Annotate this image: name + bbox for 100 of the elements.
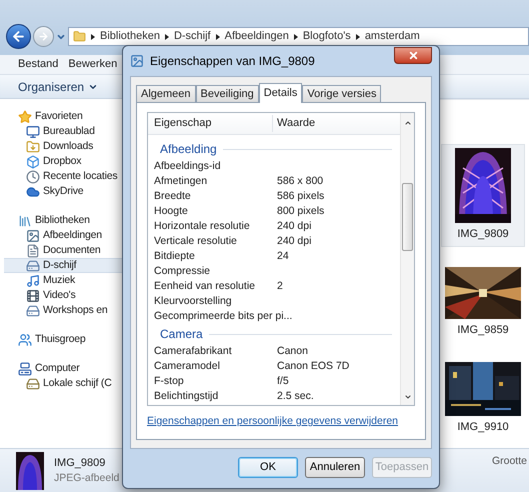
remove-properties-link[interactable]: Eigenschappen en persoonlijke gegevens verwijderen [147,414,415,430]
tab[interactable]: Beveiliging [196,85,259,102]
menu-item[interactable]: Bewerken [68,56,118,73]
property-value: 586 pixels [276,188,324,204]
property-name: Belichtingstijd [154,390,218,402]
tab[interactable]: Algemeen [136,85,196,102]
sidebar-item[interactable]: SkyDrive [4,184,125,199]
file-tile[interactable]: IMG_9809 [441,144,525,246]
property-name: F-stop [154,374,184,387]
star-icon [18,110,32,124]
close-button[interactable] [394,46,432,64]
breadcrumb-item[interactable]: Bibliotheken [100,28,160,45]
sidebar-item[interactable]: Dropbox [4,154,125,169]
file-tile[interactable]: IMG_9910 [441,358,525,440]
property-value: Canon EOS 7D [276,358,350,374]
property-name: Kleurvoorstelling [154,294,232,307]
box-icon [26,154,40,168]
monitor-icon [26,124,40,138]
details-file-name: IMG_9809 [54,456,106,470]
details-size-label: Grootte [492,454,528,469]
computer-icon [18,362,32,376]
drive-icon [26,304,40,318]
sidebar-item[interactable]: Bureaublad [4,124,125,139]
column-header[interactable]: Eigenschap [148,115,273,132]
file-tile[interactable]: IMG_9859 [441,262,525,342]
dialog-button[interactable]: Annuleren [305,456,365,478]
sidebar-item[interactable]: Workshops en [4,303,125,318]
property-name: Breedte [154,190,191,202]
property-value: 240 dpi [276,234,312,249]
column-header[interactable]: Waarde [273,115,316,132]
folder-icon [26,140,40,154]
scroll-thumb[interactable] [402,183,413,251]
image-icon [130,54,144,68]
property-name: Cameramodel [154,360,220,372]
details-file-type: JPEG-afbeeld [54,470,120,486]
dialog-title: Eigenschappen van IMG_9809 [150,53,316,70]
property-value: 24 [276,248,289,264]
document-icon [26,244,40,258]
people-icon [18,332,32,346]
property-value: f/5 [276,374,289,389]
sidebar-item[interactable]: Muziek [4,273,125,288]
property-name: Bitdiepte [154,250,195,262]
section-heading: Afbeelding [160,141,217,158]
breadcrumb-item[interactable]: Blogfoto's [302,28,351,45]
back-button[interactable] [6,24,31,49]
thumbnail-icon [16,452,44,490]
sidebar-group[interactable]: Favorieten [35,108,83,124]
right-arrow-icon [38,31,49,42]
image-icon [26,228,40,242]
sidebar-item[interactable]: D-schijf [4,258,125,273]
property-name: Compressie [154,264,210,277]
sidebar-item[interactable]: Afbeeldingen [4,228,125,243]
property-name: Afbeeldings-id [154,160,221,172]
file-name: IMG_9809 [457,227,509,242]
tab[interactable]: Details [258,83,302,103]
chevron-icon [294,34,298,40]
menu-item[interactable]: Bestand [18,56,58,73]
breadcrumb-item[interactable]: amsterdam [364,28,420,45]
chevron-icon [356,34,360,40]
property-value: 586 x 800 [276,174,324,189]
organize-button[interactable]: Organiseren [18,78,98,96]
chevron-icon [91,34,95,40]
sidebar-item[interactable]: Video's [4,288,125,303]
sidebar-item[interactable]: Downloads [4,139,125,154]
library-icon [18,214,32,228]
sidebar-item[interactable]: Lokale schijf (C [4,376,125,391]
property-name: Gecomprimeerde bits per pi... [154,310,292,322]
address-bar[interactable]: Bibliotheken D-schijf Afbeeldingen Blogfoto's amsterdam [68,27,529,46]
close-icon [408,50,418,60]
drive-icon [26,376,40,390]
sidebar-group[interactable]: Computer [35,360,80,376]
dialog-button[interactable]: OK [238,456,298,478]
property-value: 2 [276,278,283,294]
property-value: 2.5 sec. [276,388,314,404]
scrollbar[interactable] [400,113,414,406]
clock-icon [26,170,40,184]
property-value: 800 pixels [276,204,324,219]
breadcrumb-item[interactable]: Afbeeldingen [224,28,289,45]
film-icon [26,288,40,302]
chevron-icon [164,34,169,40]
file-name: IMG_9910 [457,420,509,435]
caret-icon[interactable] [56,32,66,42]
property-name: Hoogte [154,204,188,217]
property-name: Afmetingen [154,174,208,187]
section-heading: Camera [160,326,203,343]
property-name: Camerafabrikant [154,344,232,357]
sidebar-item[interactable]: Documenten [4,243,125,258]
tab[interactable]: Vorige versies [302,85,382,102]
property-value: Canon [276,344,308,359]
sidebar-group[interactable]: Thuisgroep [35,332,86,348]
sidebar-group[interactable]: Bibliotheken [35,212,90,228]
breadcrumb-item[interactable]: D-schijf [174,28,211,45]
cloud-icon [26,184,40,198]
chevron-icon [216,34,220,40]
folder-icon [73,30,86,43]
property-name: Eenheid van resolutie [154,280,255,292]
music-icon [26,274,40,288]
property-name: Horizontale resolutie [154,220,250,232]
property-value: 240 dpi [276,218,312,234]
sidebar-item[interactable]: Recente locaties [4,169,125,184]
